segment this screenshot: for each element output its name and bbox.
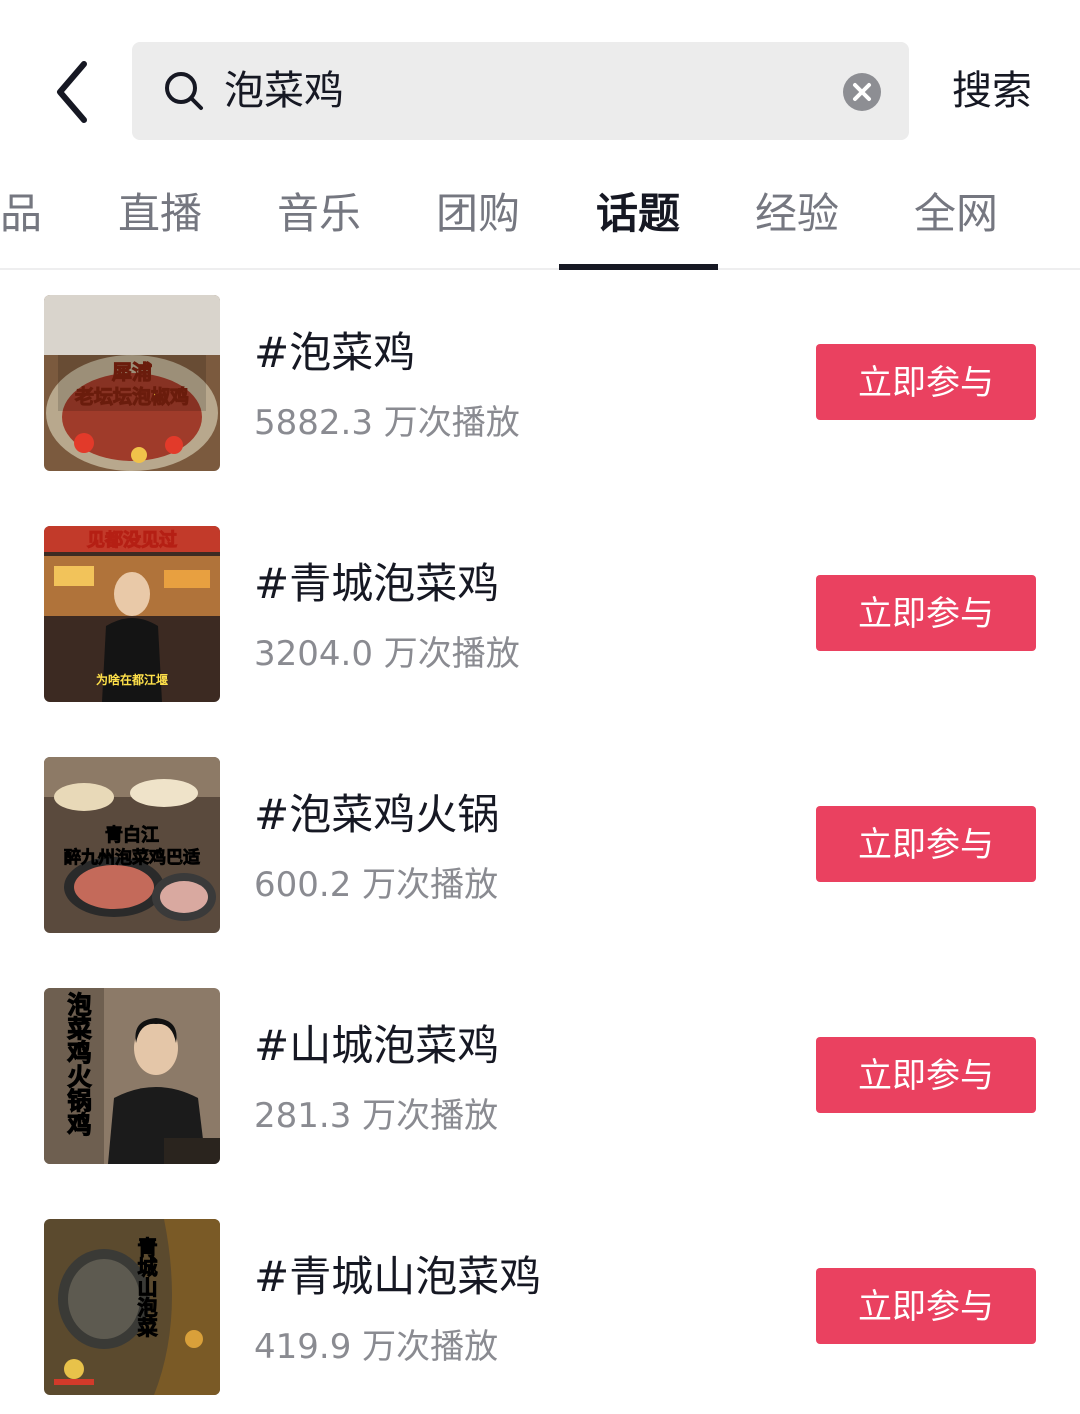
tab-bar: 品 直播 音乐 团购 话题 经验 全网 — [0, 160, 1080, 270]
thumb-caption: 醉九州泡菜鸡巴适 — [64, 847, 200, 868]
topic-title[interactable]: #泡菜鸡 — [254, 319, 415, 380]
topic-play-count: 419.9 万次播放 — [254, 1327, 499, 1367]
active-tab-indicator — [559, 264, 718, 270]
search-query[interactable]: 泡菜鸡 — [224, 42, 344, 140]
tab-web[interactable]: 全网 — [913, 160, 999, 268]
tab-experience[interactable]: 经验 — [754, 160, 840, 268]
back-button[interactable] — [48, 58, 104, 126]
topic-title[interactable]: #青城泡菜鸡 — [254, 550, 499, 611]
topic-play-count: 600.2 万次播放 — [254, 865, 499, 905]
search-input[interactable]: 泡菜鸡 — [132, 42, 909, 140]
tab-music[interactable]: 音乐 — [276, 160, 362, 268]
tab-live[interactable]: 直播 — [117, 160, 203, 268]
topic-row[interactable]: 泡菜鸡火锅鸡 #山城泡菜鸡 281.3 万次播放 立即参与 — [0, 988, 1080, 1164]
search-button[interactable]: 搜索 — [952, 42, 1032, 140]
topic-row[interactable]: 犀浦 老坛坛泡椒鸡 #泡菜鸡 5882.3 万次播放 立即参与 — [0, 295, 1080, 471]
thumb-caption: 见都没见过 — [87, 529, 177, 551]
topic-thumbnail[interactable]: 青城山泡菜 — [44, 1219, 220, 1395]
tab-products[interactable]: 品 — [0, 160, 42, 268]
clear-icon[interactable] — [842, 72, 882, 112]
topic-row[interactable]: 见都没见过 为啥在都江堰 #青城泡菜鸡 3204.0 万次播放 立即参与 — [0, 526, 1080, 702]
chevron-left-icon — [57, 61, 87, 123]
join-button[interactable]: 立即参与 — [816, 806, 1036, 882]
topic-thumbnail[interactable]: 泡菜鸡火锅鸡 — [44, 988, 220, 1164]
topic-play-count: 281.3 万次播放 — [254, 1096, 499, 1136]
topic-title[interactable]: #泡菜鸡火锅 — [254, 781, 499, 842]
thumb-caption: 犀浦 — [112, 360, 152, 384]
join-button[interactable]: 立即参与 — [816, 344, 1036, 420]
topic-play-count: 5882.3 万次播放 — [254, 403, 520, 443]
thumb-caption: 老坛坛泡椒鸡 — [75, 385, 189, 408]
topic-thumbnail[interactable]: 见都没见过 为啥在都江堰 — [44, 526, 220, 702]
topic-row[interactable]: 青白江 醉九州泡菜鸡巴适 #泡菜鸡火锅 600.2 万次播放 立即参与 — [0, 757, 1080, 933]
topic-thumbnail[interactable]: 犀浦 老坛坛泡椒鸡 — [44, 295, 220, 471]
topic-thumbnail[interactable]: 青白江 醉九州泡菜鸡巴适 — [44, 757, 220, 933]
thumb-caption: 泡菜鸡火锅鸡 — [63, 991, 92, 1136]
join-button[interactable]: 立即参与 — [816, 1037, 1036, 1113]
thumb-caption: 青白江 — [105, 824, 159, 846]
topic-play-count: 3204.0 万次播放 — [254, 634, 520, 674]
join-button[interactable]: 立即参与 — [816, 1268, 1036, 1344]
tab-group-buy[interactable]: 团购 — [435, 160, 521, 268]
tab-topics[interactable]: 话题 — [595, 160, 681, 268]
topic-title[interactable]: #青城山泡菜鸡 — [254, 1243, 541, 1304]
topic-row[interactable]: 青城山泡菜 #青城山泡菜鸡 419.9 万次播放 立即参与 — [0, 1219, 1080, 1395]
topic-title[interactable]: #山城泡菜鸡 — [254, 1012, 499, 1073]
thumb-caption: 为啥在都江堰 — [96, 672, 168, 687]
search-icon — [165, 72, 203, 110]
thumb-caption: 青城山泡菜 — [134, 1237, 158, 1338]
join-button[interactable]: 立即参与 — [816, 575, 1036, 651]
